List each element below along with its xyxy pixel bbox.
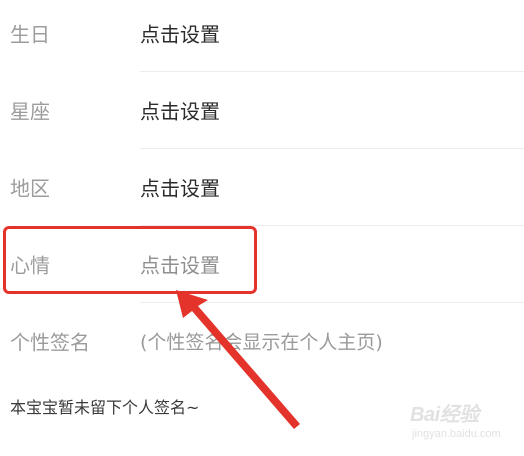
signature-placeholder[interactable]: (个性签名会显示在个人主页) — [140, 328, 383, 355]
constellation-value[interactable]: 点击设置 — [140, 96, 220, 125]
region-value[interactable]: 点击设置 — [140, 173, 220, 202]
signature-text: 本宝宝暂未留下个人签名~ — [10, 398, 200, 417]
mood-value[interactable]: 点击设置 — [140, 250, 220, 279]
birthday-value[interactable]: 点击设置 — [140, 19, 220, 48]
watermark-url: jingyan.baidu.com — [412, 428, 501, 440]
mood-row[interactable]: 心情 点击设置 — [0, 226, 524, 302]
signature-label: 个性签名 — [10, 330, 90, 355]
constellation-label: 星座 — [10, 99, 50, 124]
region-row[interactable]: 地区 点击设置 — [0, 149, 524, 225]
baidu-watermark: Bai经验 jingyan.baidu.com — [410, 396, 520, 452]
mood-label: 心情 — [10, 253, 50, 278]
signature-row[interactable]: 个性签名 (个性签名会显示在个人主页) — [0, 303, 524, 379]
birthday-row[interactable]: 生日 点击设置 — [0, 0, 524, 71]
birthday-label: 生日 — [10, 22, 50, 47]
profile-settings-page: 生日 点击设置 星座 点击设置 地区 点击设置 心情 点击设置 个性签名 (个性… — [0, 0, 524, 456]
constellation-row[interactable]: 星座 点击设置 — [0, 72, 524, 148]
watermark-brand: Bai经验 — [410, 404, 479, 426]
region-label: 地区 — [10, 176, 50, 201]
